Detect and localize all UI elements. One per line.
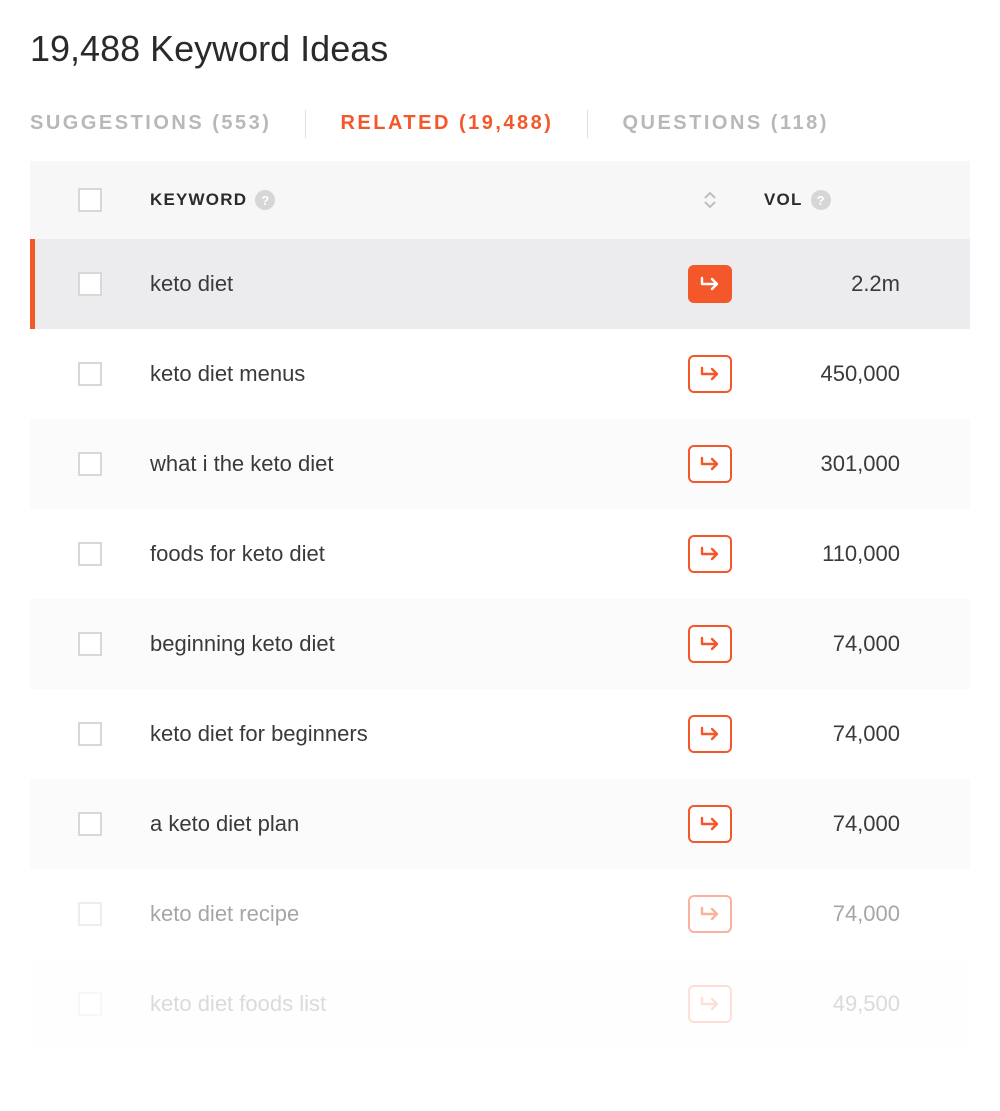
row-checkbox[interactable] <box>78 362 102 386</box>
column-vol-label: VOL <box>764 190 803 210</box>
keyword-text: foods for keto diet <box>150 541 325 567</box>
table-header: KEYWORD ? VOL ? <box>30 161 970 239</box>
tab-related[interactable]: RELATED (19,488) <box>340 108 553 139</box>
keyword-table: KEYWORD ? VOL ? keto diet 2.2m keto diet m… <box>30 161 970 1049</box>
expand-button[interactable] <box>688 535 732 573</box>
volume-value: 110,000 <box>740 541 970 567</box>
keyword-text: keto diet recipe <box>150 901 299 927</box>
table-row[interactable]: keto diet 2.2m <box>30 239 970 329</box>
row-checkbox[interactable] <box>78 722 102 746</box>
volume-value: 74,000 <box>740 631 970 657</box>
tab-questions[interactable]: QUESTIONS (118) <box>622 108 828 139</box>
row-checkbox[interactable] <box>78 992 102 1016</box>
keyword-text: keto diet for beginners <box>150 721 368 747</box>
volume-value: 49,500 <box>740 991 970 1017</box>
expand-button[interactable] <box>688 985 732 1023</box>
expand-button[interactable] <box>688 265 732 303</box>
row-checkbox[interactable] <box>78 812 102 836</box>
keyword-text: what i the keto diet <box>150 451 333 477</box>
tab-suggestions[interactable]: SUGGESTIONS (553) <box>30 108 271 139</box>
help-icon[interactable]: ? <box>255 190 275 210</box>
volume-value: 74,000 <box>740 721 970 747</box>
row-checkbox[interactable] <box>78 272 102 296</box>
table-row[interactable]: keto diet menus 450,000 <box>30 329 970 419</box>
expand-button[interactable] <box>688 895 732 933</box>
expand-button[interactable] <box>688 355 732 393</box>
table-row[interactable]: keto diet foods list 49,500 <box>30 959 970 1049</box>
tab-divider <box>587 110 588 138</box>
row-checkbox[interactable] <box>78 542 102 566</box>
page-title: 19,488 Keyword Ideas <box>30 28 970 70</box>
tabs: SUGGESTIONS (553) RELATED (19,488) QUEST… <box>30 108 970 139</box>
select-all-checkbox[interactable] <box>78 188 102 212</box>
volume-value: 74,000 <box>740 811 970 837</box>
row-checkbox[interactable] <box>78 902 102 926</box>
expand-button[interactable] <box>688 715 732 753</box>
expand-button[interactable] <box>688 445 732 483</box>
volume-value: 450,000 <box>740 361 970 387</box>
volume-value: 2.2m <box>740 271 970 297</box>
tab-divider <box>305 110 306 138</box>
expand-button[interactable] <box>688 625 732 663</box>
row-checkbox[interactable] <box>78 452 102 476</box>
volume-value: 301,000 <box>740 451 970 477</box>
table-row[interactable]: keto diet for beginners 74,000 <box>30 689 970 779</box>
table-row[interactable]: foods for keto diet 110,000 <box>30 509 970 599</box>
help-icon[interactable]: ? <box>811 190 831 210</box>
expand-button[interactable] <box>688 805 732 843</box>
keyword-text: a keto diet plan <box>150 811 299 837</box>
volume-value: 74,000 <box>740 901 970 927</box>
table-row[interactable]: beginning keto diet 74,000 <box>30 599 970 689</box>
sort-keyword[interactable] <box>703 191 717 209</box>
table-row[interactable]: what i the keto diet 301,000 <box>30 419 970 509</box>
keyword-text: keto diet menus <box>150 361 305 387</box>
keyword-text: keto diet foods list <box>150 991 326 1017</box>
keyword-text: beginning keto diet <box>150 631 335 657</box>
row-checkbox[interactable] <box>78 632 102 656</box>
keyword-text: keto diet <box>150 271 233 297</box>
table-row[interactable]: keto diet recipe 74,000 <box>30 869 970 959</box>
table-row[interactable]: a keto diet plan 74,000 <box>30 779 970 869</box>
column-keyword-label: KEYWORD <box>150 190 247 210</box>
